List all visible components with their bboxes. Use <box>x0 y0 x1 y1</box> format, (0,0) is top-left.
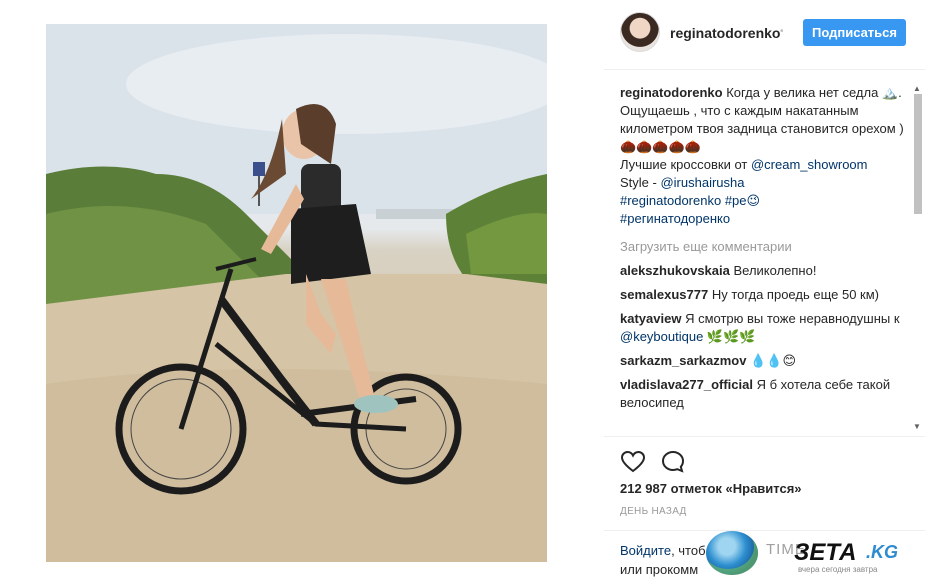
scroll-up-arrow-icon[interactable]: ▲ <box>913 84 921 93</box>
scrollbar-thumb[interactable] <box>914 94 922 214</box>
comment-item: semalexus777 Ну тогда проедь еще 50 км) <box>620 286 910 304</box>
scroll-down-arrow-icon[interactable]: ▼ <box>913 422 921 431</box>
heart-icon[interactable] <box>620 449 646 475</box>
comment-text: 💧💧😊 <box>750 353 797 368</box>
comment-username[interactable]: semalexus777 <box>620 287 708 302</box>
comment-item: sarkazm_sarkazmov 💧💧😊 <box>620 352 910 370</box>
post-side-panel: reginatodorenko • Подписаться reginatodo… <box>604 0 925 582</box>
login-text-rest: , чтоб <box>671 543 706 558</box>
likes-count[interactable]: 212 987 отметок «Нравится» <box>620 481 802 496</box>
comment-link-keyboutique[interactable]: @keyboutique <box>620 329 703 344</box>
comment-text: Ну тогда проедь еще 50 км) <box>711 287 879 302</box>
hashtag-re[interactable]: #ре😉 <box>725 193 760 208</box>
post-photo[interactable] <box>46 24 547 562</box>
hashtag-regina-cyrillic[interactable]: #регинатодоренко <box>620 211 730 226</box>
comment-username[interactable]: katyaview <box>620 311 681 326</box>
comment-item: alekszhukovskaia Великолепно! <box>620 262 910 280</box>
photo-illustration <box>46 24 547 562</box>
post-time[interactable]: ДЕНЬ НАЗАД <box>620 506 687 517</box>
comment-text: Великолепно! <box>733 263 817 278</box>
watermark-tld: .KG <box>866 542 899 562</box>
comments-scrollbar[interactable]: ▲ ▼ <box>913 84 923 436</box>
post-actions: 212 987 отметок «Нравится» ДЕНЬ НАЗАД <box>604 436 925 542</box>
follow-button[interactable]: Подписаться <box>803 19 906 46</box>
watermark-tagline: вчера сегодня завтра <box>798 565 878 574</box>
comment-username[interactable]: alekszhukovskaia <box>620 263 730 278</box>
comment-item: katyaview Я смотрю вы тоже неравнодушны … <box>620 310 910 346</box>
comment-item: vladislava277_official Я б хотела себе т… <box>620 376 910 412</box>
comment-username[interactable]: sarkazm_sarkazmov <box>620 353 746 368</box>
globe-logo-icon <box>706 531 758 575</box>
login-text-line2: или прокомм <box>620 562 699 577</box>
comment-text: Я смотрю вы тоже неравнодушны к <box>685 311 900 326</box>
caption-line3: Style - <box>620 175 661 190</box>
caption-line2: Лучшие кроссовки от <box>620 157 751 172</box>
comment-text-after: 🌿🌿🌿 <box>703 329 756 344</box>
load-more-comments-link[interactable]: Загрузить еще комментарии <box>620 238 910 256</box>
site-watermark: TIME ЗЕТА .KG вчера сегодня завтра <box>706 529 925 579</box>
caption: reginatodorenko Когда у велика нет седла… <box>620 84 910 228</box>
watermark-brand: ЗЕТА <box>794 539 857 566</box>
login-link[interactable]: Войдите <box>620 543 671 558</box>
comments-list[interactable]: reginatodorenko Когда у велика нет седла… <box>620 84 910 436</box>
caption-link-cream[interactable]: @cream_showroom <box>751 157 868 172</box>
caption-link-irushairusha[interactable]: @irushairusha <box>660 175 744 190</box>
caption-username[interactable]: reginatodorenko <box>620 85 723 100</box>
header-username[interactable]: reginatodorenko <box>670 25 780 41</box>
separator-dot: • <box>780 26 784 37</box>
avatar[interactable] <box>620 12 660 52</box>
hashtag-reginatodorenko[interactable]: #reginatodorenko <box>620 193 721 208</box>
post-header: reginatodorenko • Подписаться <box>604 0 925 70</box>
comment-icon[interactable] <box>660 449 686 475</box>
comment-username[interactable]: vladislava277_official <box>620 377 753 392</box>
